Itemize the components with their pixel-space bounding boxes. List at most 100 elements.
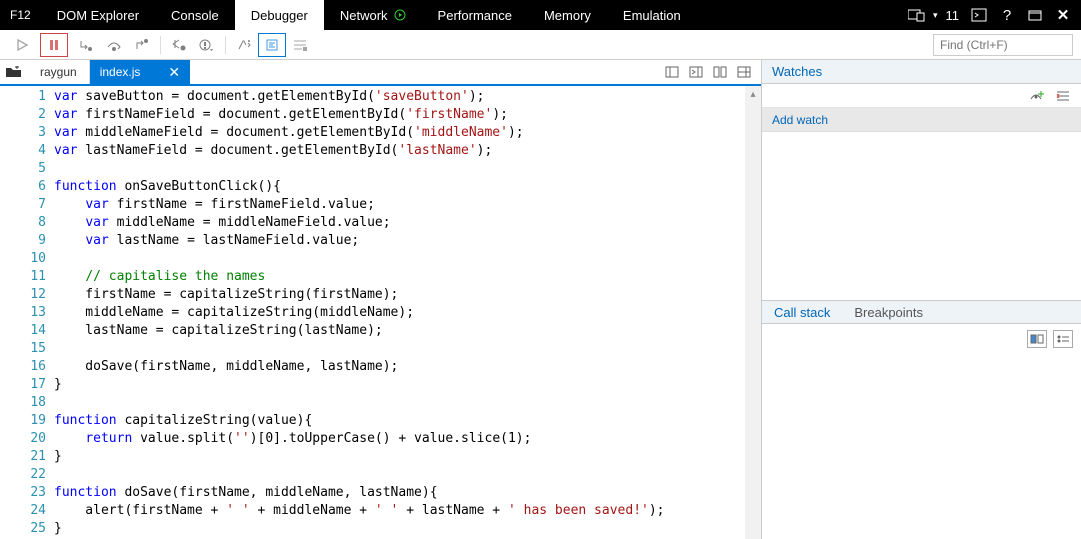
toggle-pane-1-icon[interactable] [661, 61, 683, 83]
play-circle-icon [394, 9, 406, 21]
line-number[interactable]: 19 [0, 412, 54, 430]
line-number[interactable]: 15 [0, 340, 54, 358]
code-line[interactable] [54, 394, 761, 412]
line-number[interactable]: 24 [0, 502, 54, 520]
step-over-button[interactable] [100, 33, 128, 57]
file-tab-index-js[interactable]: index.js ✕ [90, 60, 190, 84]
close-tab-icon[interactable]: ✕ [168, 64, 180, 81]
just-my-code-button[interactable] [230, 33, 258, 57]
code-line[interactable]: function onSaveButtonClick(){ [54, 178, 761, 196]
toggle-pane-3-icon[interactable] [709, 61, 731, 83]
code-line[interactable]: } [54, 520, 761, 538]
add-watch-button[interactable]: Add watch [762, 108, 1081, 132]
callstack-frames-icon[interactable] [1027, 330, 1047, 348]
line-number[interactable]: 8 [0, 214, 54, 232]
code-line[interactable] [54, 340, 761, 358]
code-line[interactable]: function doSave(firstName, middleName, l… [54, 484, 761, 502]
tab-network[interactable]: Network [324, 0, 422, 30]
line-number[interactable]: 21 [0, 448, 54, 466]
code-line[interactable]: var middleName = middleNameField.value; [54, 214, 761, 232]
tab-console[interactable]: Console [155, 0, 235, 30]
watches-body [762, 132, 1081, 300]
line-number[interactable]: 16 [0, 358, 54, 376]
line-number[interactable]: 13 [0, 304, 54, 322]
line-number[interactable]: 23 [0, 484, 54, 502]
line-number[interactable]: 6 [0, 178, 54, 196]
file-tab-label: index.js [100, 65, 141, 79]
unpin-icon[interactable] [1023, 3, 1047, 27]
tab-emulation[interactable]: Emulation [607, 0, 697, 30]
pretty-print-button[interactable] [258, 33, 286, 57]
tab-memory[interactable]: Memory [528, 0, 607, 30]
step-out-button[interactable] [128, 33, 156, 57]
toggle-pane-4-icon[interactable] [733, 61, 755, 83]
toggle-pane-2-icon[interactable] [685, 61, 707, 83]
help-icon[interactable]: ? [995, 3, 1019, 27]
vertical-scrollbar[interactable]: ▴ [745, 86, 761, 539]
code-line[interactable]: } [54, 448, 761, 466]
code-line[interactable]: return value.split('')[0].toUpperCase() … [54, 430, 761, 448]
find-input[interactable] [933, 34, 1073, 56]
line-number[interactable]: 5 [0, 160, 54, 178]
code-line[interactable]: function capitalizeString(value){ [54, 412, 761, 430]
breadcrumb[interactable]: raygun [28, 60, 90, 84]
watches-panel-header[interactable]: Watches [762, 60, 1081, 84]
code-line[interactable] [54, 160, 761, 178]
code-line[interactable]: lastName = capitalizeString(lastName); [54, 322, 761, 340]
line-number[interactable]: 7 [0, 196, 54, 214]
console-toggle-icon[interactable] [967, 3, 991, 27]
code-line[interactable]: var firstNameField = document.getElement… [54, 106, 761, 124]
code-line[interactable]: var firstName = firstNameField.value; [54, 196, 761, 214]
break-new-worker-button[interactable] [165, 33, 193, 57]
line-number[interactable]: 18 [0, 394, 54, 412]
code-line[interactable]: var middleNameField = document.getElemen… [54, 124, 761, 142]
code-line[interactable]: var lastNameField = document.getElementB… [54, 142, 761, 160]
line-number-gutter[interactable]: 1234567891011121314151617181920212223242… [0, 86, 54, 539]
scroll-up-icon[interactable]: ▴ [745, 86, 761, 102]
line-number[interactable]: 22 [0, 466, 54, 484]
line-number[interactable]: 14 [0, 322, 54, 340]
step-into-button[interactable] [72, 33, 100, 57]
tab-dom-explorer[interactable]: DOM Explorer [41, 0, 155, 30]
line-number[interactable]: 11 [0, 268, 54, 286]
line-number[interactable]: 12 [0, 286, 54, 304]
line-number[interactable]: 20 [0, 430, 54, 448]
code-line[interactable] [54, 250, 761, 268]
line-number[interactable]: 17 [0, 376, 54, 394]
line-number[interactable]: 25 [0, 520, 54, 538]
code-line[interactable]: middleName = capitalizeString(middleName… [54, 304, 761, 322]
tab-call-stack[interactable]: Call stack [762, 301, 842, 323]
exception-behavior-button[interactable] [193, 33, 221, 57]
callstack-body [762, 324, 1081, 539]
code-line[interactable]: // capitalise the names [54, 268, 761, 286]
chevron-down-icon[interactable]: ▾ [933, 10, 938, 21]
code-line[interactable]: } [54, 376, 761, 394]
line-number[interactable]: 9 [0, 232, 54, 250]
line-number[interactable]: 1 [0, 88, 54, 106]
pause-button[interactable] [40, 33, 68, 57]
code-editor[interactable]: var saveButton = document.getElementById… [54, 86, 761, 539]
code-line[interactable]: var saveButton = document.getElementById… [54, 88, 761, 106]
word-wrap-button[interactable] [286, 33, 314, 57]
close-icon[interactable]: ✕ [1051, 3, 1075, 27]
continue-button[interactable] [8, 33, 36, 57]
tab-breakpoints[interactable]: Breakpoints [842, 301, 935, 323]
line-number[interactable]: 10 [0, 250, 54, 268]
add-watch-icon[interactable] [1027, 86, 1047, 106]
code-line[interactable]: var lastName = lastNameField.value; [54, 232, 761, 250]
devices-icon[interactable] [905, 3, 929, 27]
tab-debugger[interactable]: Debugger [235, 0, 324, 30]
code-line[interactable]: doSave(firstName, middleName, lastName); [54, 358, 761, 376]
line-number[interactable]: 4 [0, 142, 54, 160]
line-number[interactable]: 3 [0, 124, 54, 142]
code-line[interactable] [54, 466, 761, 484]
open-document-icon[interactable] [0, 60, 28, 84]
code-line[interactable]: firstName = capitalizeString(firstName); [54, 286, 761, 304]
callstack-async-icon[interactable] [1053, 330, 1073, 348]
tab-performance[interactable]: Performance [422, 0, 528, 30]
delete-all-watches-icon[interactable] [1053, 86, 1073, 106]
line-number[interactable]: 2 [0, 106, 54, 124]
tab-network-label: Network [340, 8, 388, 23]
error-count: 11 [942, 8, 964, 23]
code-line[interactable]: alert(firstName + ' ' + middleName + ' '… [54, 502, 761, 520]
